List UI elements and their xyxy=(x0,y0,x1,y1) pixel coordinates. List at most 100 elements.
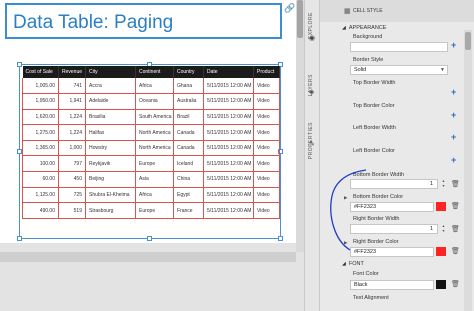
table-cell[interactable]: Brasilia xyxy=(85,109,136,126)
table-cell[interactable]: Europe xyxy=(135,155,174,173)
table-cell[interactable]: 1,224 xyxy=(58,124,86,141)
resize-handle-bottom-right[interactable] xyxy=(278,236,283,241)
table-cell[interactable]: Video xyxy=(253,109,280,126)
table-row[interactable]: 1,005.00 741 Accra Africa Ghana 5/11/2015 12:… xyxy=(22,78,280,95)
table-row[interactable]: 490.00 519 Strasbourg Europe France 5/11/2015… xyxy=(22,202,280,219)
table-cell[interactable]: 1,125.00 xyxy=(22,187,59,204)
table-cell[interactable]: 5/11/2015 12:00 AM xyxy=(203,124,254,141)
table-cell[interactable]: Egypt xyxy=(173,187,204,204)
tab-explore[interactable]: EXPLORE xyxy=(305,6,320,56)
table-cell[interactable]: Asia xyxy=(135,171,174,188)
table-cell[interactable]: 490.00 xyxy=(22,202,59,219)
table-cell[interactable]: Canada xyxy=(173,140,204,157)
font-color-swatch[interactable] xyxy=(436,280,446,289)
trash-icon[interactable]: 🗑 xyxy=(451,202,460,210)
table-cell[interactable]: 1,005.00 xyxy=(22,78,59,95)
table-cell[interactable]: Video xyxy=(253,171,280,188)
layers-icon[interactable]: ◈ xyxy=(309,88,314,96)
table-cell[interactable]: Canada xyxy=(173,124,204,141)
table-cell[interactable]: 5/11/2015 12:00 AM xyxy=(203,202,254,219)
table-cell[interactable]: 5/11/2015 12:00 AM xyxy=(203,140,254,157)
table-cell[interactable]: Video xyxy=(253,78,280,95)
table-cell[interactable]: 5/11/2015 12:00 AM xyxy=(203,171,254,188)
right-border-width-input[interactable] xyxy=(350,224,438,234)
table-cell[interactable]: Video xyxy=(253,187,280,204)
table-cell[interactable]: Adelaide xyxy=(85,93,136,110)
table-row[interactable]: 1,950.00 1,941 Adelaide Oceania Australia 5/1… xyxy=(22,93,280,110)
panel-scrollbar[interactable] xyxy=(464,30,472,311)
bottom-border-color-swatch[interactable] xyxy=(436,202,446,211)
column-header[interactable]: City xyxy=(85,66,136,78)
vertical-scroll-thumb[interactable] xyxy=(297,0,303,38)
table-cell[interactable]: Shubra El-Kheima xyxy=(85,187,136,204)
link-icon[interactable]: 🔗 xyxy=(284,3,295,14)
pencil-icon[interactable]: ✎ xyxy=(309,140,315,148)
column-header[interactable]: Revenue xyxy=(58,66,86,78)
table-cell[interactable]: 1,000 xyxy=(58,140,86,157)
table-cell[interactable]: 1,620.00 xyxy=(22,109,59,126)
tab-properties[interactable]: PROPERTIES xyxy=(305,112,320,162)
table-cell[interactable]: 741 xyxy=(58,78,86,95)
column-header[interactable]: Product xyxy=(253,66,280,78)
table-row[interactable]: 1,125.00 725 Shubra El-Kheima Africa Egypt 5/… xyxy=(22,187,280,204)
table-row[interactable]: 60.00 450 Beijing Asia China 5/11/2015 12:00 … xyxy=(22,171,280,188)
table-cell[interactable]: 100.00 xyxy=(22,155,59,173)
column-header[interactable]: Country xyxy=(173,66,204,78)
table-row[interactable]: 100.00 797 Reykjavik Europe Iceland 5/11/2015… xyxy=(22,155,280,173)
table-cell[interactable]: 1,950.00 xyxy=(22,93,59,110)
chevron-down-icon[interactable]: ▼ xyxy=(440,67,445,73)
table-cell[interactable]: Australia xyxy=(173,93,204,110)
table-cell[interactable]: 450 xyxy=(58,171,86,188)
table-cell[interactable]: 519 xyxy=(58,202,86,219)
table-cell[interactable]: North America xyxy=(135,124,174,141)
table-cell[interactable]: Africa xyxy=(135,78,174,95)
table-cell[interactable]: Strasbourg xyxy=(85,202,136,219)
right-border-width-stepper[interactable]: ▲ ▼ xyxy=(441,224,446,234)
table-cell[interactable]: Video xyxy=(253,155,280,173)
table-row[interactable]: 1,275.00 1,224 Halifax North America Canada 5… xyxy=(22,124,280,141)
add-background-icon[interactable]: + xyxy=(451,40,456,50)
table-cell[interactable]: 1,275.00 xyxy=(22,124,59,141)
chevron-right-icon[interactable]: ▶ xyxy=(344,240,347,246)
bottom-border-width-input[interactable] xyxy=(350,179,438,189)
table-cell[interactable]: Reykjavik xyxy=(85,155,136,173)
resize-handle-bottom[interactable] xyxy=(147,236,152,241)
table-cell[interactable]: Howstry xyxy=(85,140,136,157)
table-cell[interactable]: 60.00 xyxy=(22,171,59,188)
table-cell[interactable]: South America xyxy=(135,109,174,126)
chevron-right-icon[interactable]: ▶ xyxy=(344,195,347,201)
add-top-border-color-icon[interactable]: + xyxy=(451,110,456,120)
table-cell[interactable]: Iceland xyxy=(173,155,204,173)
section-font[interactable]: ◢ FONT xyxy=(342,261,462,271)
horizontal-scrollbar[interactable] xyxy=(0,252,296,262)
table-cell[interactable]: 5/11/2015 12:00 AM xyxy=(203,109,254,126)
column-header[interactable]: Continent xyxy=(135,66,174,78)
trash-icon[interactable]: 🗑 xyxy=(451,247,460,255)
column-header[interactable]: Cost of Sale xyxy=(22,66,59,78)
table-cell[interactable]: France xyxy=(173,202,204,219)
table-cell[interactable]: Video xyxy=(253,202,280,219)
table-cell[interactable]: Video xyxy=(253,124,280,141)
table-cell[interactable]: 797 xyxy=(58,155,86,173)
table-cell[interactable]: Halifax xyxy=(85,124,136,141)
add-top-border-width-icon[interactable]: + xyxy=(451,87,456,97)
table-cell[interactable]: Beijing xyxy=(85,171,136,188)
table-cell[interactable]: Brazil xyxy=(173,109,204,126)
title-widget[interactable]: Data Table: Paging xyxy=(5,3,282,39)
table-cell[interactable]: Ghana xyxy=(173,78,204,95)
table-cell[interactable]: China xyxy=(173,171,204,188)
table-cell[interactable]: 1,224 xyxy=(58,109,86,126)
background-field[interactable] xyxy=(350,42,448,52)
add-left-border-width-icon[interactable]: + xyxy=(451,132,456,142)
tab-layers[interactable]: LAYERS xyxy=(305,64,320,110)
right-border-color-swatch[interactable] xyxy=(436,247,446,256)
table-cell[interactable]: 1,941 xyxy=(58,93,86,110)
table-cell[interactable]: Video xyxy=(253,140,280,157)
table-cell[interactable]: North America xyxy=(135,140,174,157)
add-left-border-color-icon[interactable]: + xyxy=(451,155,456,165)
table-cell[interactable]: 5/11/2015 12:00 AM xyxy=(203,78,254,95)
resize-handle-bottom-left[interactable] xyxy=(17,236,22,241)
table-cell[interactable]: 5/11/2015 12:00 AM xyxy=(203,93,254,110)
table-cell[interactable]: Oceania xyxy=(135,93,174,110)
table-cell[interactable]: 5/11/2015 12:00 AM xyxy=(203,187,254,204)
